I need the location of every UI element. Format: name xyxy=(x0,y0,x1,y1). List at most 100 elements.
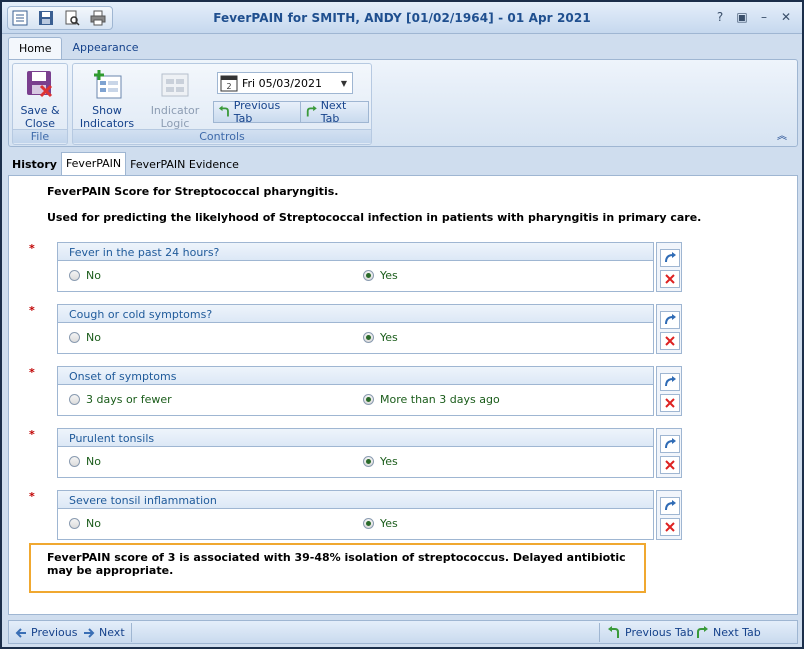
feverpain-window: FeverPAIN for SMITH, ANDY [01/02/1964] -… xyxy=(0,0,804,649)
indicator-logic-label: Indicator Logic xyxy=(150,104,200,130)
window-controls: ? ▣ – ✕ xyxy=(712,9,794,25)
separator xyxy=(599,623,600,642)
undo-icon[interactable] xyxy=(660,497,680,515)
separator xyxy=(131,623,132,642)
ribbon-previous-tab-label: Previous Tab xyxy=(233,99,281,125)
clear-icon[interactable] xyxy=(660,518,680,536)
option-yes[interactable]: Yes xyxy=(363,517,398,530)
question-options: No Yes xyxy=(58,447,653,477)
save-close-icon xyxy=(24,68,56,100)
clear-icon[interactable] xyxy=(660,394,680,412)
collapse-ribbon-icon[interactable]: ︽ xyxy=(777,127,787,142)
footer-next-tab-label: Next Tab xyxy=(713,626,761,639)
previous-button[interactable]: Previous xyxy=(15,624,78,641)
show-indicators-label: Show Indicators xyxy=(79,104,135,130)
radio-button-selected[interactable] xyxy=(363,332,374,343)
option-label: No xyxy=(86,269,101,282)
indicator-logic-button[interactable]: Indicator Logic xyxy=(145,66,205,130)
date-value: Fri 05/03/2021 xyxy=(242,76,323,90)
radio-button-selected[interactable] xyxy=(363,270,374,281)
radio-button[interactable] xyxy=(69,456,80,467)
question-actions xyxy=(656,242,682,292)
tab-feverpain[interactable]: FeverPAIN xyxy=(60,152,127,175)
score-result: FeverPAIN score of 3 is associated with … xyxy=(29,543,646,593)
option-3-days-or-fewer[interactable]: 3 days or fewer xyxy=(69,393,172,406)
question-box: Cough or cold symptoms? No Yes xyxy=(57,304,654,354)
radio-button[interactable] xyxy=(69,270,80,281)
undo-icon[interactable] xyxy=(660,373,680,391)
question-actions xyxy=(656,428,682,478)
option-label: 3 days or fewer xyxy=(86,393,172,406)
radio-button-selected[interactable] xyxy=(363,394,374,405)
clear-icon[interactable] xyxy=(660,270,680,288)
option-no[interactable]: No xyxy=(69,455,101,468)
question-options: 3 days or fewer More than 3 days ago xyxy=(58,385,653,415)
previous-label: Previous xyxy=(31,626,78,639)
ribbon-previous-tab-button[interactable]: Previous Tab xyxy=(214,99,300,125)
option-no[interactable]: No xyxy=(69,517,101,530)
option-label: More than 3 days ago xyxy=(380,393,500,406)
tab-navigation: Previous Tab Next Tab xyxy=(213,99,369,125)
clear-icon[interactable] xyxy=(660,332,680,350)
bottom-navigation-bar: Previous Next Previous Tab Next Tab xyxy=(8,620,798,644)
footer-next-tab-button[interactable]: Next Tab xyxy=(695,624,761,641)
radio-button[interactable] xyxy=(69,394,80,405)
undo-icon[interactable] xyxy=(660,249,680,267)
controls-group: Show Indicators Indicator Logic 2 Fri 05… xyxy=(72,63,372,145)
option-label: No xyxy=(86,331,101,344)
next-tab-arrow-icon xyxy=(306,105,317,117)
question-actions xyxy=(656,366,682,416)
show-indicators-button[interactable]: Show Indicators xyxy=(77,66,137,130)
previous-tab-arrow-icon xyxy=(608,625,619,638)
option-yes[interactable]: Yes xyxy=(363,455,398,468)
undo-icon[interactable] xyxy=(660,435,680,453)
required-marker: * xyxy=(29,490,35,503)
chevron-down-icon[interactable]: ▼ xyxy=(336,79,352,88)
radio-button[interactable] xyxy=(69,518,80,529)
option-more-than-3-days[interactable]: More than 3 days ago xyxy=(363,393,500,406)
next-button[interactable]: Next xyxy=(83,624,125,641)
ribbon-tabs: Home Appearance xyxy=(8,37,149,59)
undo-icon[interactable] xyxy=(660,311,680,329)
tab-appearance[interactable]: Appearance xyxy=(62,37,148,59)
option-label: No xyxy=(86,455,101,468)
save-close-label: Save & Close xyxy=(20,104,60,130)
required-marker: * xyxy=(29,428,35,441)
question-box: Severe tonsil inflammation No Yes xyxy=(57,490,654,540)
option-no[interactable]: No xyxy=(69,269,101,282)
ribbon-next-tab-button[interactable]: Next Tab xyxy=(300,99,368,125)
next-label: Next xyxy=(99,626,125,639)
option-no[interactable]: No xyxy=(69,331,101,344)
controls-group-label: Controls xyxy=(73,129,371,143)
question-box: Onset of symptoms 3 days or fewer More t… xyxy=(57,366,654,416)
clear-icon[interactable] xyxy=(660,456,680,474)
question-label: Purulent tonsils xyxy=(58,429,653,447)
ribbon-next-tab-label: Next Tab xyxy=(320,99,347,125)
question-options: No Yes xyxy=(58,323,653,353)
footer-previous-tab-button[interactable]: Previous Tab xyxy=(607,624,694,641)
main-content: FeverPAIN Score for Streptococcal pharyn… xyxy=(8,175,798,615)
tab-home[interactable]: Home xyxy=(8,37,63,59)
title-bar: FeverPAIN for SMITH, ANDY [01/02/1964] -… xyxy=(2,2,802,34)
page-subtitle: Used for predicting the likelyhood of St… xyxy=(47,211,702,224)
help-icon[interactable]: ? xyxy=(712,9,728,25)
question-box: Fever in the past 24 hours? No Yes xyxy=(57,242,654,292)
minimize-icon[interactable]: – xyxy=(756,9,772,25)
save-close-button[interactable]: Save & Close xyxy=(15,66,65,130)
radio-button[interactable] xyxy=(69,332,80,343)
question-label: Cough or cold symptoms? xyxy=(58,305,653,323)
date-nav-panel: 2 Fri 05/03/2021 ▼ Previous Tab Next Tab xyxy=(211,64,371,130)
date-picker[interactable]: 2 Fri 05/03/2021 ▼ xyxy=(217,72,353,94)
next-tab-arrow-icon xyxy=(697,625,708,638)
tab-history[interactable]: History xyxy=(8,154,61,175)
option-yes[interactable]: Yes xyxy=(363,269,398,282)
tab-feverpain-evidence[interactable]: FeverPAIN Evidence xyxy=(126,154,243,175)
question-onset: * Onset of symptoms 3 days or fewer More… xyxy=(29,366,683,416)
close-icon[interactable]: ✕ xyxy=(778,9,794,25)
radio-button-selected[interactable] xyxy=(363,518,374,529)
option-label: No xyxy=(86,517,101,530)
radio-button-selected[interactable] xyxy=(363,456,374,467)
restore-icon[interactable]: ▣ xyxy=(734,9,750,25)
file-group-label: File xyxy=(13,129,67,143)
option-yes[interactable]: Yes xyxy=(363,331,398,344)
